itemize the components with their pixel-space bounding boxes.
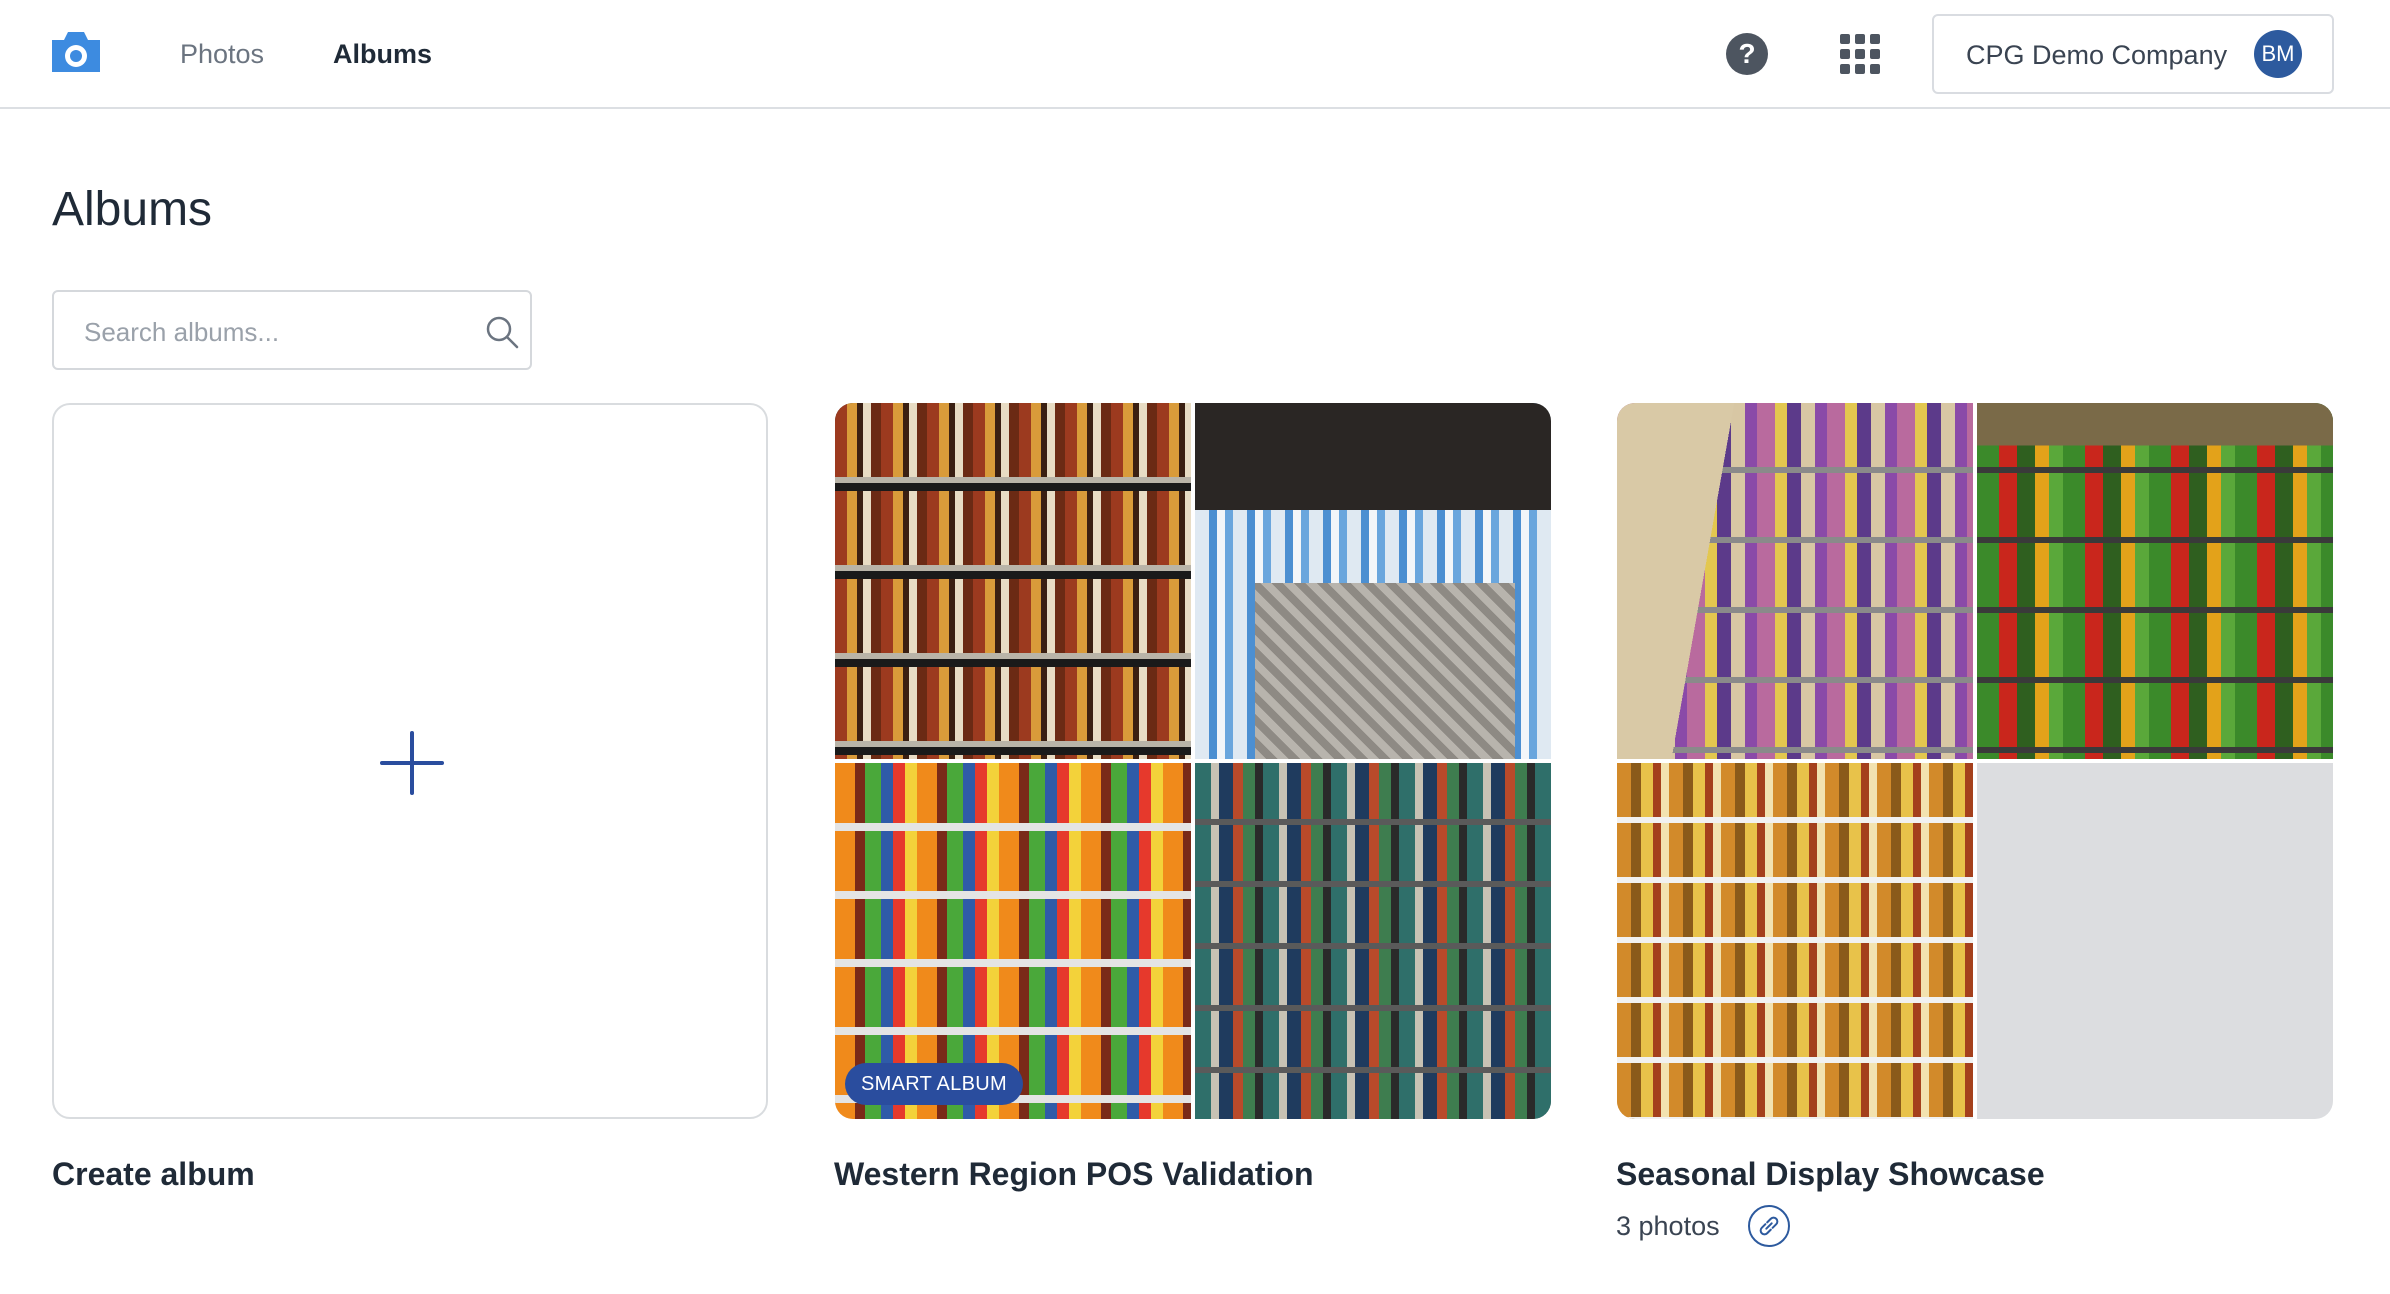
- apps-grid-icon[interactable]: [1840, 34, 1880, 74]
- nav-albums[interactable]: Albums: [333, 36, 432, 72]
- album-thumbnail: [1195, 763, 1551, 1119]
- album-thumbnail: [1977, 403, 2333, 759]
- top-bar: Photos Albums ? CPG Demo Company BM: [0, 0, 2390, 109]
- search-box[interactable]: [52, 290, 532, 370]
- album-thumbnail: [1617, 403, 1973, 759]
- company-switcher[interactable]: CPG Demo Company BM: [1932, 14, 2334, 94]
- search-input[interactable]: [84, 312, 464, 352]
- album-card[interactable]: SMART ALBUM: [835, 403, 1551, 1119]
- page-title: Albums: [52, 183, 213, 236]
- nav-photos[interactable]: Photos: [180, 36, 264, 72]
- company-name: CPG Demo Company: [1966, 40, 2228, 70]
- album-card[interactable]: [1617, 403, 2333, 1119]
- search-icon[interactable]: [484, 314, 520, 350]
- link-icon[interactable]: [1748, 1205, 1790, 1247]
- create-album-card[interactable]: [52, 403, 768, 1119]
- camera-icon[interactable]: [48, 26, 104, 80]
- album-title[interactable]: Western Region POS Validation: [834, 1154, 1314, 1194]
- album-thumbnail: [835, 403, 1191, 759]
- plus-icon: [380, 731, 444, 795]
- empty-thumbnail: [1977, 763, 2333, 1119]
- album-thumbnail: [1195, 403, 1551, 759]
- photo-count: 3 photos: [1616, 1211, 1720, 1241]
- avatar[interactable]: BM: [2254, 30, 2302, 78]
- create-album-label[interactable]: Create album: [52, 1154, 255, 1194]
- album-title[interactable]: Seasonal Display Showcase: [1616, 1154, 2045, 1194]
- help-icon[interactable]: ?: [1726, 33, 1768, 75]
- smart-album-badge: SMART ALBUM: [845, 1063, 1023, 1105]
- album-thumbnail: [1617, 763, 1973, 1119]
